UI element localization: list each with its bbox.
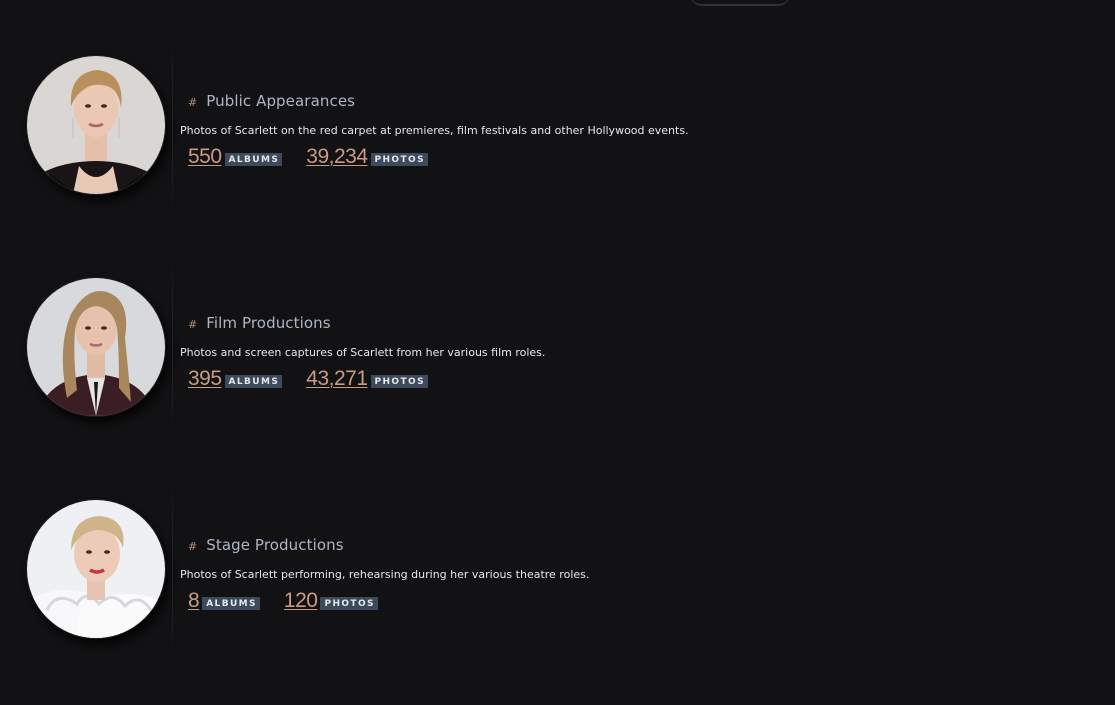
- category-stage-productions: # Stage Productions Photos of Scarlett p…: [0, 479, 1115, 659]
- photos-stat: 120 PHOTOS: [284, 589, 378, 613]
- category-description: Photos of Scarlett performing, rehearsin…: [180, 568, 590, 581]
- section-divider: [172, 35, 173, 215]
- albums-count[interactable]: 550: [188, 145, 222, 169]
- category-heading: # Film Productions: [188, 314, 331, 336]
- photos-count[interactable]: 43,271: [306, 367, 368, 391]
- category-thumbnail[interactable]: [26, 499, 166, 639]
- category-description: Photos of Scarlett on the red carpet at …: [180, 124, 689, 137]
- photos-badge: PHOTOS: [370, 375, 428, 388]
- category-film-productions: # Film Productions Photos and screen cap…: [0, 257, 1115, 437]
- photos-stat: 43,271 PHOTOS: [306, 367, 428, 391]
- category-heading: # Stage Productions: [188, 536, 344, 558]
- albums-stat: 550 ALBUMS: [188, 145, 283, 169]
- albums-badge: ALBUMS: [224, 375, 283, 388]
- section-divider: [172, 479, 173, 659]
- category-stats: 550 ALBUMS 39,234 PHOTOS: [188, 145, 452, 169]
- category-thumbnail[interactable]: [26, 55, 166, 195]
- photos-badge: PHOTOS: [370, 153, 428, 166]
- albums-count[interactable]: 8: [188, 589, 200, 613]
- category-thumbnail[interactable]: [26, 277, 166, 417]
- photos-count[interactable]: 120: [284, 589, 318, 613]
- albums-stat: 8 ALBUMS: [188, 589, 260, 613]
- albums-badge: ALBUMS: [202, 597, 260, 610]
- header-decoration: [690, 0, 790, 6]
- category-stats: 8 ALBUMS 120 PHOTOS: [188, 589, 402, 613]
- category-stats: 395 ALBUMS 43,271 PHOTOS: [188, 367, 452, 391]
- category-title-link[interactable]: Film Productions: [206, 314, 330, 332]
- category-public-appearances: # Public Appearances Photos of Scarlett …: [0, 35, 1115, 215]
- photos-badge: PHOTOS: [320, 597, 378, 610]
- category-title-link[interactable]: Stage Productions: [206, 536, 343, 554]
- photos-count[interactable]: 39,234: [306, 145, 368, 169]
- category-description: Photos and screen captures of Scarlett f…: [180, 346, 546, 359]
- section-divider: [172, 257, 173, 437]
- albums-stat: 395 ALBUMS: [188, 367, 283, 391]
- albums-count[interactable]: 395: [188, 367, 222, 391]
- hash-icon: #: [188, 540, 198, 553]
- hash-icon: #: [188, 318, 198, 331]
- hash-icon: #: [188, 96, 198, 109]
- category-title-link[interactable]: Public Appearances: [206, 92, 355, 110]
- photos-stat: 39,234 PHOTOS: [306, 145, 428, 169]
- albums-badge: ALBUMS: [224, 153, 283, 166]
- category-heading: # Public Appearances: [188, 92, 355, 114]
